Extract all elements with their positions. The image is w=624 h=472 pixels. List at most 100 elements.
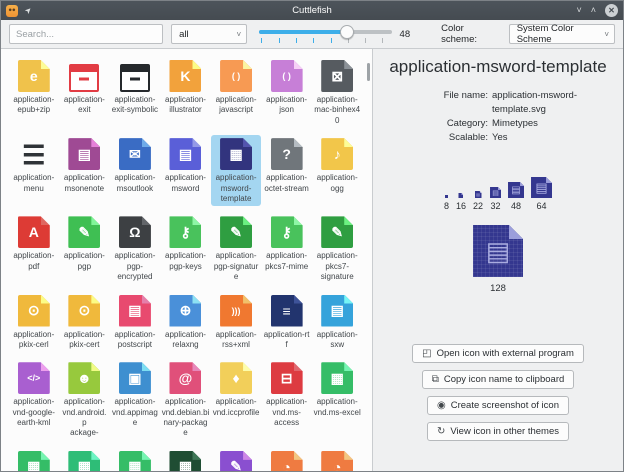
grid-item-application-json[interactable]: ( )application- json <box>262 57 312 128</box>
grid-item-application-pkcs7-mime[interactable]: ⚷application- pkcs7-mime <box>262 213 312 284</box>
grid-item-application-vnd-google-earth-kml[interactable]: </>application- vnd-google- earth-kml <box>9 359 59 441</box>
grid-item-application-relaxng[interactable]: ⊕application- relaxng <box>161 292 211 353</box>
grid-item-application-vnd.ms-excel.sheet.bi[interactable]: ▦application- vnd.ms- excel.sheet.bi <box>60 448 110 471</box>
file-type-glyph: ▣ <box>119 362 151 394</box>
grid-item-label: application-rtf <box>263 330 311 351</box>
application-epub+zip-icon: e <box>18 59 50 92</box>
size-label: 22 <box>473 201 483 211</box>
grid-item-application-vnd.debian.binary-package[interactable]: @application- vnd.debian.bi nary-package <box>161 359 211 441</box>
grid-item-application-msoutlook[interactable]: ✉application- msoutlook <box>110 135 160 206</box>
slider-handle[interactable] <box>340 25 354 39</box>
grid-item-label: application- pkix-cert <box>64 330 105 351</box>
button-label: Copy icon name to clipboard <box>444 374 564 385</box>
grid-item-application-pdf[interactable]: Aapplication- pdf <box>9 213 59 284</box>
application-pgp-icon: ✎ <box>68 215 100 248</box>
grid-item-application-vnd.ms-excel.addin.m[interactable]: ▦application- vnd.ms- excel.addin.m <box>9 448 59 471</box>
grid-item-application-vnd.iccprofile[interactable]: ♦application- vnd.iccprofile <box>211 359 261 441</box>
file-type-glyph: ✉ <box>119 138 151 170</box>
grid-item-application-menu[interactable]: ☰application- menu <box>9 135 59 206</box>
grid-item-label: application- pkix-cerl <box>13 330 54 351</box>
app-icon <box>6 5 18 17</box>
application-vnd.iccprofile-icon: ♦ <box>220 361 252 394</box>
application-pgp-encrypted-icon: Ω <box>119 215 151 248</box>
grid-item-label: application- exit <box>64 95 105 116</box>
grid-item-application-javascript[interactable]: ( ) application- javascript <box>211 57 261 128</box>
grid-item-application-pkcs7-signature[interactable]: ✎application- pkcs7- signature <box>312 213 362 284</box>
grid-item-application-vnd.ms-powerpoint[interactable]: ◔application- vnd.ms- powerpoint <box>262 448 312 471</box>
grid-item-label: application- vnd.ms- access <box>266 397 307 428</box>
application-pgp-signature-icon: ✎ <box>220 215 252 248</box>
scrollbar-thumb[interactable] <box>367 63 370 81</box>
slider-tick <box>365 38 366 43</box>
grid-item-application-exit-symbolic[interactable]: application- exit-symbolic <box>110 57 160 128</box>
grid-item-application-epub+zip[interactable]: eapplication- epub+zip <box>9 57 59 128</box>
grid-item-application-vnd.android.package-[interactable]: ☻application- vnd.android.p ackage- <box>60 359 110 441</box>
grid-item-application-vnd.ms-powerpoint.a[interactable]: ◔application- vnd.ms- powerpoint.a <box>312 448 362 471</box>
grid-item-application-vnd.ms-excel.sheet.m[interactable]: ▦application- vnd.ms- excel.sheet.m <box>110 448 160 471</box>
file-type-glyph: ⚷ <box>169 216 201 248</box>
create-screenshot-of-icon-button[interactable]: ◉Create screenshot of icon <box>427 396 569 415</box>
grid-item-application-pkix-cerl[interactable]: ⊙application- pkix-cerl <box>9 292 59 353</box>
maximize-button[interactable]: ˄ <box>591 6 596 15</box>
view-icon-in-other-themes-button[interactable]: ↻View icon in other themes <box>427 422 569 441</box>
grid-item-application-vnd.ms-excel[interactable]: ▦application- vnd.ms-excel <box>312 359 362 441</box>
grid-item-label: application- json <box>266 95 307 116</box>
file-type-glyph: ⊕ <box>169 295 201 327</box>
field-value: application-msword-template.svg <box>492 89 623 117</box>
grid-item-label: application- postscript <box>114 330 155 351</box>
size-preview-48: ▤48 <box>508 182 524 211</box>
search-input[interactable] <box>9 24 163 44</box>
grid-item-application-postscript[interactable]: ▤application- postscript <box>110 292 160 353</box>
minimize-button[interactable]: ˅ <box>576 6 581 15</box>
grid-item-application-vnd.ms-excel.templat[interactable]: ▦application- vnd.ms- excel.templat <box>161 448 211 471</box>
file-type-glyph: ⊟ <box>271 362 303 394</box>
color-scheme-value: System Color Scheme <box>517 23 600 45</box>
grid-item-application-msonenote[interactable]: ▤application- msonenote <box>60 135 110 206</box>
grid-item-application-msword[interactable]: ▤application- msword <box>161 135 211 206</box>
grid-item-application-vnd.ms-access[interactable]: ⊟application- vnd.ms- access <box>262 359 312 441</box>
field-value: Mimetypes <box>492 117 623 131</box>
application-vnd.ms-excel-icon: ▦ <box>321 361 353 394</box>
grid-item-application-ogg[interactable]: ♪application- ogg <box>312 135 362 206</box>
application-javascript-icon: ( ) <box>220 59 252 92</box>
grid-item-application-pgp[interactable]: ✎application- pgp <box>60 213 110 284</box>
grid-item-application-rss+xml[interactable]: )))application- rss+xml <box>211 292 261 353</box>
application-vnd.ms-excel.addin.m-icon: ▦ <box>18 450 50 471</box>
grid-item-label: application- javascript <box>216 95 257 116</box>
file-type-glyph: K <box>169 60 201 92</box>
large-preview-size-label: 128 <box>490 283 506 294</box>
grid-item-application-sxw[interactable]: ▤application- sxw <box>312 292 362 353</box>
grid-item-application-msword-template[interactable]: ▦application- msword- template <box>211 135 261 206</box>
grid-item-application-vnd.ms-infopath[interactable]: ✎application- vnd.ms- infopath <box>211 448 261 471</box>
grid-item-application-pgp-encrypted[interactable]: Ωapplication- pgp- encrypted <box>110 213 160 284</box>
file-type-glyph: ♦ <box>220 362 252 394</box>
grid-item-application-pgp-signature[interactable]: ✎application- pgp-signature <box>211 213 261 284</box>
file-type-glyph: ⊙ <box>68 295 100 327</box>
icon-size-slider[interactable] <box>259 25 391 43</box>
copy-icon-name-to-clipboard-button[interactable]: ⧉Copy icon name to clipboard <box>422 370 575 389</box>
application-pkcs7-mime-icon: ⚷ <box>271 215 303 248</box>
grid-item-application-octet-stream[interactable]: ?application- octet-stream <box>262 135 312 206</box>
open-icon-with-external-program-button[interactable]: ◰Open icon with external program <box>412 344 584 363</box>
color-scheme-dropdown[interactable]: System Color Scheme ˅ <box>509 24 615 44</box>
application-illustrator-icon: K <box>169 59 201 92</box>
titlebar[interactable]: ➤ Cuttlefish ˅ ˄ ✕ <box>1 1 623 20</box>
mini-icon: ▤ <box>490 187 501 198</box>
grid-item-application-pgp-keys[interactable]: ⚷application- pgp-keys <box>161 213 211 284</box>
file-type-glyph: ✎ <box>220 216 252 248</box>
grid-item-application-exit[interactable]: application- exit <box>60 57 110 128</box>
grid-item-label: application- ogg <box>317 173 358 194</box>
grid-item-application-illustrator[interactable]: Kapplication- illustrator <box>161 57 211 128</box>
close-button[interactable]: ✕ <box>605 4 618 17</box>
grid-item-application-mac-binhex40[interactable]: ⊠application- mac-binhex40 <box>312 57 362 128</box>
slider-tick <box>331 38 332 43</box>
grid-item-application-vnd.appimage[interactable]: ▣application- vnd.appimage <box>110 359 160 441</box>
category-dropdown[interactable]: all ˅ <box>171 24 247 44</box>
pin-icon[interactable]: ➤ <box>23 5 34 16</box>
grid-item-label: application- menu <box>13 173 54 194</box>
grid-item-application-rtf[interactable]: ≡application-rtf <box>262 292 312 353</box>
application-msword-icon: ▤ <box>169 137 201 170</box>
grid-item-application-pkix-cert[interactable]: ⊙ application- pkix-cert <box>60 292 110 353</box>
field-label: File name: <box>400 89 488 117</box>
grid-item-label: application- sxw <box>317 330 358 351</box>
